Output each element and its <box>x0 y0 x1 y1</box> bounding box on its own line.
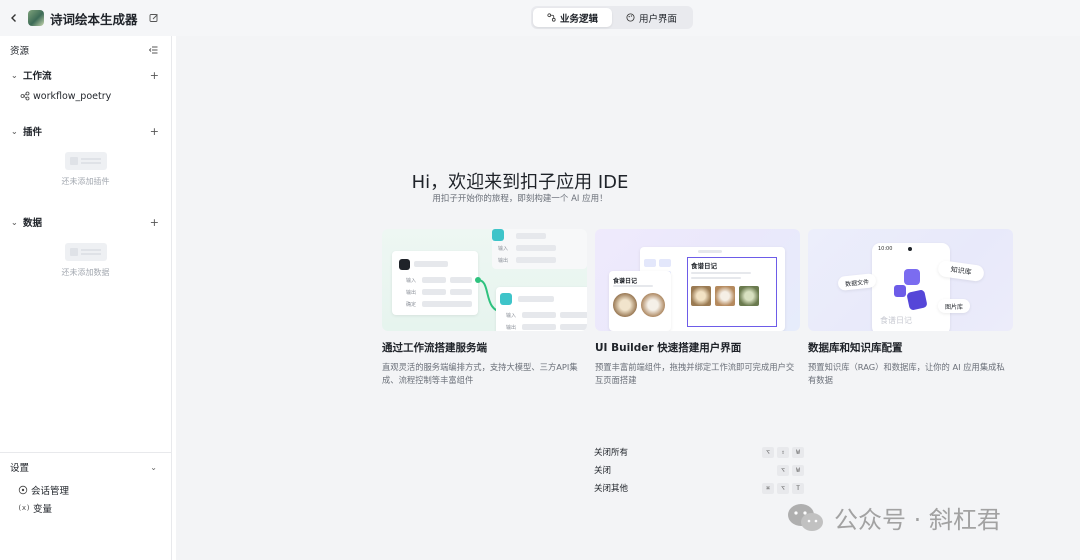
workflow-icon <box>20 91 30 101</box>
edit-app-button[interactable] <box>146 10 162 26</box>
shortcut-label: 关闭 <box>594 466 612 476</box>
tag-image-library: 图片库 <box>938 299 970 313</box>
wechat-icon <box>788 503 823 531</box>
thumb-diary-label: 食谱日记 <box>880 316 912 325</box>
sidebar-item-variables[interactable]: (x) 变量 <box>0 499 171 517</box>
card-title: 数据库和知识库配置 <box>808 342 903 354</box>
view-switch: 业务逻辑 用户界面 <box>531 6 694 29</box>
back-button[interactable] <box>3 7 25 29</box>
card-thumbnail-ui-builder: 食谱日记 食谱日记 <box>595 229 800 331</box>
chat-manage-icon <box>18 485 28 495</box>
shortcut-keys: ⌥ W <box>777 464 804 476</box>
welcome-subtitle: 用扣子开始你的旅程，即刻构建一个 AI 应用！ <box>432 194 608 204</box>
variables-label: 变量 <box>33 504 53 515</box>
empty-illustration <box>64 243 107 261</box>
card-title: 通过工作流搭建服务端 <box>382 342 487 354</box>
card-thumbnail-workflow: 输入 输出 输入 输出 确定 输入 输出 <box>382 229 587 331</box>
chevron-down-icon: ⌄ <box>150 462 157 472</box>
app-title: 诗词绘本生成器 <box>50 11 138 27</box>
app-avatar <box>28 10 44 26</box>
data-empty-state: 还未添加数据 <box>0 243 171 278</box>
workflow-icon <box>547 13 556 22</box>
tab-user-interface[interactable]: 用户界面 <box>612 8 691 27</box>
watermark: 公众号 · 斜杠君 <box>786 500 1001 535</box>
top-bar: 诗词绘本生成器 业务逻辑 用户界面 <box>0 0 1080 36</box>
card-workflow-server[interactable]: 输入 输出 输入 输出 确定 输入 输出 通过工作流搭建服务端 直观灵活的服务端… <box>382 229 587 387</box>
plugins-group-label: 插件 <box>23 127 43 138</box>
card-description: 预置知识库（RAG）和数据库，让你的 AI 应用集成私有数据 <box>808 362 1005 385</box>
settings-header[interactable]: 设置 ⌄ <box>0 453 171 481</box>
thumb-mobile-preview: 食谱日记 <box>609 271 671 331</box>
thumb-input-label: 输入 <box>506 313 517 319</box>
card-description: 直观灵活的服务端编排方式，支持大模型、三方API集成、流程控制等丰富组件 <box>382 362 578 385</box>
thumb-canvas-selection: 食谱日记 <box>687 257 777 327</box>
edit-icon <box>149 14 158 22</box>
db-icon <box>904 269 920 285</box>
sidebar-header: 资源 <box>0 36 171 64</box>
tab-user-interface-label: 用户界面 <box>639 13 678 25</box>
chevron-down-icon: ⌄ <box>11 217 18 227</box>
add-plugin-button[interactable]: + <box>150 125 159 138</box>
key: ⌥ <box>777 464 789 476</box>
shortcut-row: 关闭所有 ⌥ ⇧ W <box>594 443 804 461</box>
settings-label: 设置 <box>10 463 30 474</box>
shortcut-label: 关闭其他 <box>594 484 629 494</box>
watermark-text: 公众号 · 斜杠君 <box>834 506 1001 534</box>
key: ⇧ <box>777 446 789 458</box>
thumb-output-label: 输出 <box>506 325 517 331</box>
card-description: 预置丰富前端组件，拖拽并绑定工作流即可完成用户交互页面搭建 <box>595 362 795 385</box>
file-icon <box>894 285 906 297</box>
thumb-node-code: 输入 输出 <box>496 287 587 331</box>
chevron-down-icon: ⌄ <box>11 70 18 80</box>
add-workflow-button[interactable]: + <box>150 69 159 82</box>
thumb-recipe-title: 食谱日记 <box>691 262 717 270</box>
workflow-group-label: 工作流 <box>23 71 52 82</box>
thumb-phone-time: 10:00 <box>878 246 893 252</box>
chevron-down-icon: ⌄ <box>11 126 18 136</box>
sidebar-group-data[interactable]: ⌄ 数据 + <box>0 211 171 233</box>
resource-sidebar: 资源 ⌄ 工作流 + workflow_poetry ⌄ 插件 + 还未添加插件… <box>0 36 172 560</box>
add-data-button[interactable]: + <box>150 216 159 229</box>
shortcut-keys: ⌘ ⌥ T <box>762 482 804 494</box>
key: T <box>792 482 804 494</box>
key: ⌥ <box>762 446 774 458</box>
shortcut-keys: ⌥ ⇧ W <box>762 446 804 458</box>
key: ⌘ <box>762 482 774 494</box>
chevron-left-icon <box>11 14 16 22</box>
card-database-knowledge[interactable]: 10:00 食谱日记 数据文件 知识库 图片库 数据库和知识库配置 预置知识库（… <box>808 229 1013 387</box>
thumb-phone: 10:00 食谱日记 <box>872 243 950 331</box>
data-empty-text: 还未添加数据 <box>61 268 110 277</box>
sidebar-settings: 设置 ⌄ 会话管理 (x) 变量 <box>0 452 171 517</box>
card-thumbnail-database: 10:00 食谱日记 数据文件 知识库 图片库 <box>808 229 1013 331</box>
thumb-recipe-title-2: 食谱日记 <box>613 278 638 285</box>
collapse-sidebar-button[interactable] <box>147 44 159 56</box>
variable-icon: (x) <box>17 504 31 512</box>
tab-business-logic-label: 业务逻辑 <box>560 13 599 25</box>
shortcut-list: 关闭所有 ⌥ ⇧ W 关闭 ⌥ W 关闭其他 ⌘ ⌥ T <box>594 443 804 497</box>
image-icon <box>906 289 928 311</box>
collapse-icon <box>148 46 157 54</box>
sidebar-title: 资源 <box>10 46 30 57</box>
workflow-item-label: workflow_poetry <box>33 90 112 102</box>
data-group-label: 数据 <box>23 218 43 229</box>
shortcut-row: 关闭 ⌥ W <box>594 461 804 479</box>
key: W <box>792 446 804 458</box>
card-ui-builder[interactable]: 食谱日记 食谱日记 UI Builder 快速搭建用户界面 预置丰富前端组件，拖… <box>595 229 800 387</box>
welcome-title: Hi，欢迎来到扣子应用 IDE <box>411 172 629 193</box>
code-icon <box>500 293 512 305</box>
sidebar-group-plugins[interactable]: ⌄ 插件 + <box>0 120 171 142</box>
shortcut-label: 关闭所有 <box>594 448 629 458</box>
shortcut-row: 关闭其他 ⌘ ⌥ T <box>594 479 804 497</box>
tab-business-logic[interactable]: 业务逻辑 <box>533 8 613 27</box>
key: ⌥ <box>777 482 789 494</box>
sidebar-item-workflow-poetry[interactable]: workflow_poetry <box>0 86 171 106</box>
key: W <box>792 464 804 476</box>
chat-manage-label: 会话管理 <box>31 486 70 497</box>
sidebar-group-workflow[interactable]: ⌄ 工作流 + <box>0 64 171 86</box>
card-title: UI Builder 快速搭建用户界面 <box>595 342 742 354</box>
sidebar-item-chat-manage[interactable]: 会话管理 <box>0 481 171 499</box>
tag-datafile: 数据文件 <box>837 273 877 291</box>
palette-icon <box>626 13 635 22</box>
